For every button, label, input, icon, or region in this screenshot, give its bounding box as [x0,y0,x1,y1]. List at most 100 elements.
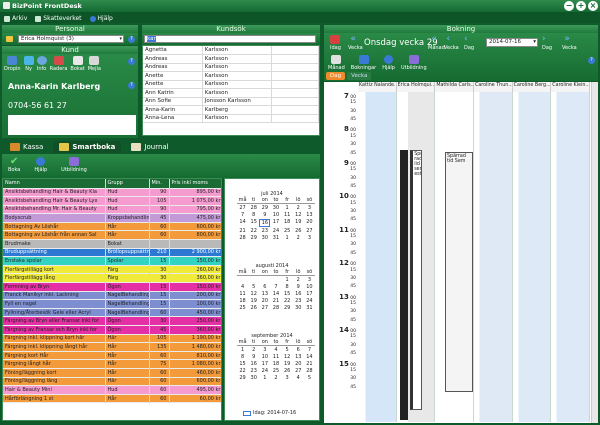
help-button[interactable]: Hjälp [34,157,47,173]
schedule-scrollbar[interactable] [591,82,598,423]
calendar-day[interactable]: 7 [237,212,248,218]
calendar-day[interactable]: 17 [304,291,315,297]
service-row[interactable]: Hårförlängning 1 st Hår 60 60,00 kr [3,394,221,404]
calendar-day[interactable]: 20 [293,361,304,367]
personal-select[interactable]: Erica Holmquist (3) ▾ [18,35,124,43]
calendar-day[interactable]: 16 [259,219,271,227]
service-row[interactable]: Ansiktsbehandling Hair & Beauty Lyx Hud 10… [3,196,221,206]
calendar-day[interactable]: 16 [293,291,304,297]
staff-column-header[interactable]: Caroline Berg... [512,82,552,92]
menu-item-arkiv[interactable]: Arkiv [4,14,27,23]
calendar-day[interactable]: 30 [270,205,281,211]
maximize-button[interactable]: + [576,1,586,11]
calendar-day[interactable]: 2 [270,375,281,381]
new-customer-button[interactable]: Ny [23,56,34,72]
calendar-day[interactable]: 15 [248,219,259,227]
calendar-day[interactable]: 21 [304,361,315,367]
calendar-day[interactable]: 27 [304,228,315,234]
training-button[interactable]: Utbildning [61,157,87,173]
calendar-day[interactable]: 31 [304,305,315,311]
calendar-day[interactable]: 5 [304,375,315,381]
calendar-day[interactable]: 23 [293,298,304,304]
calendar-day[interactable]: 30 [293,305,304,311]
next-day-button[interactable]: › Dag [542,35,552,52]
prev-day-button[interactable]: ‹ Dag [464,35,474,52]
calendar-day[interactable]: 19 [282,361,293,367]
customer-result-row[interactable]: Agnetta Karlsson [143,46,319,55]
calendar-day[interactable]: 28 [270,305,281,311]
service-row[interactable]: Flerfärgstillägg lång Färg 30 360,00 kr [3,273,221,284]
calendar-day[interactable]: 22 [248,228,259,234]
calendar-day[interactable]: 10 [270,212,281,218]
appointment-block[interactable]: Spol rad lid sem ester [410,150,422,410]
service-row[interactable]: Franck Manikyr inkl. Lackning NagelBehand… [3,291,221,301]
calendar-day[interactable]: 4 [293,375,304,381]
calendar-day[interactable]: 6 [259,284,270,290]
calendar-day[interactable]: 19 [293,219,304,227]
calendar-day[interactable]: 22 [237,368,248,374]
calendar-day[interactable]: 11 [270,354,281,360]
calendar-day[interactable]: 29 [259,205,270,211]
calendar-day[interactable]: 1 [259,375,270,381]
calendar-day[interactable]: 24 [270,228,281,234]
book-button[interactable]: ✔ Boka [8,157,20,174]
customer-result-row[interactable]: Andreas Karlsson [143,54,319,64]
help-icon[interactable]: ? [128,36,135,43]
calendar-day[interactable]: 8 [237,354,248,360]
calendar-day[interactable]: 20 [304,219,315,227]
calendar-day[interactable]: 29 [282,305,293,311]
calendar-day[interactable]: 3 [259,347,270,353]
customer-result-row[interactable]: Anna-Lena Karlsson [143,114,319,123]
calendar-day[interactable]: 9 [259,212,270,218]
calendar-day[interactable]: 21 [237,228,248,234]
calendar-day[interactable]: 13 [304,212,315,218]
calendar-day[interactable]: 18 [237,298,248,304]
calendar-day[interactable]: 1 [282,205,293,211]
calendar-day[interactable]: 15 [282,291,293,297]
service-row[interactable]: Formning av Bryn Ögon 15 150,00 kr [3,282,221,292]
staff-column[interactable] [551,92,590,422]
service-row[interactable]: BruduppsättningBröllopsuppsättning2102 9… [3,248,221,258]
customer-search-input[interactable]: kar [144,35,316,43]
calendar-day[interactable]: 27 [293,368,304,374]
calendar-day[interactable]: 23 [248,368,259,374]
tab-smartboka[interactable]: Smartboka [53,141,122,153]
calendar-day[interactable]: 3 [282,375,293,381]
email-button[interactable]: Mejla [88,56,101,72]
service-row[interactable]: Bottagning av Löshår från annan Sal Hår 60… [3,230,221,241]
help-icon[interactable]: ? [128,58,135,65]
help-button[interactable]: Hjälp [382,55,395,71]
calendar-day[interactable]: 1 [282,277,293,283]
calendar-day[interactable]: 26 [248,305,259,311]
calendar-day[interactable]: 17 [259,361,270,367]
calendar-day[interactable]: 10 [259,354,270,360]
staff-column-header[interactable]: Erica Holmqui... [396,82,436,92]
calendar-day[interactable]: 12 [282,354,293,360]
staff-column-header[interactable]: Caroline Klein... [551,82,590,92]
prev-week-button[interactable]: «Vecka [348,35,363,52]
calendar-day[interactable]: 12 [248,291,259,297]
service-row[interactable]: Fyllning/Återbesök Gele eller Acryl Nagel… [3,308,221,318]
staff-column-header[interactable]: Caroline Thun... [473,82,513,92]
calendar-day[interactable]: 3 [304,205,315,211]
calendar-day[interactable]: 8 [248,212,259,218]
calendar-day[interactable]: 21 [270,298,281,304]
calendar-day[interactable]: 24 [259,368,270,374]
service-row[interactable]: Föning/läggning kort Hår 60 460,00 kr [3,368,221,378]
appointment-block[interactable]: Spärrad tid Sem [445,152,473,392]
col-header-name[interactable]: Namn [3,179,106,189]
tab-journal[interactable]: Journal [125,141,174,153]
col-header-min[interactable]: Min. [149,179,170,189]
calendar-day[interactable]: 20 [259,298,270,304]
calendar-day[interactable]: 1 [237,347,248,353]
lock-icon[interactable] [6,36,13,42]
calendar-day[interactable]: 23 [259,228,270,234]
minimize-button[interactable]: − [564,1,574,11]
calendar-day[interactable]: 18 [282,219,293,227]
calendar-day[interactable]: 11 [237,291,248,297]
calendar-day[interactable]: 28 [304,368,315,374]
menu-item-skatteverket[interactable]: Skatteverket [35,14,82,23]
calendar-day[interactable]: 2 [293,205,304,211]
calendar-day[interactable]: 5 [282,347,293,353]
tab-week-view[interactable]: Vecka [347,72,372,80]
